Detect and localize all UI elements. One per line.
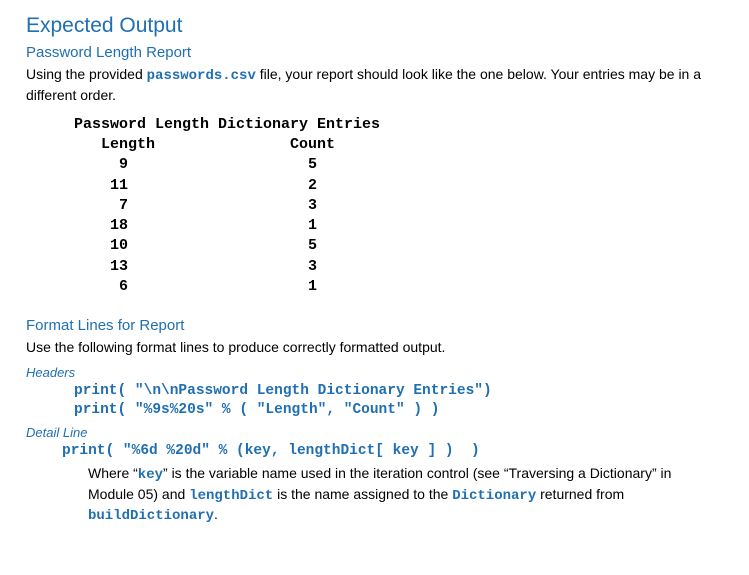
passwords-csv-code: passwords.csv (147, 68, 256, 84)
key-term-lengthdict: lengthDict (189, 488, 273, 504)
intro-text-pre: Using the provided (26, 66, 147, 82)
explain-mid2: is the name assigned to the (273, 486, 452, 502)
expected-output-heading: Expected Output (26, 14, 723, 38)
password-length-report-heading: Password Length Report (26, 44, 723, 61)
explain-mid3: returned from (536, 486, 624, 502)
explain-pre: Where “ (88, 465, 138, 481)
format-lines-intro: Use the following format lines to produc… (26, 338, 723, 357)
key-term-builddictionary: buildDictionary (88, 508, 214, 524)
format-lines-heading: Format Lines for Report (26, 317, 723, 334)
detail-line-label: Detail Line (26, 425, 723, 440)
detail-print-line: print( "%6d %20d" % (key, lengthDict[ ke… (62, 442, 723, 462)
explain-end: . (214, 506, 218, 522)
report-output-block: Password Length Dictionary Entries Lengt… (74, 115, 723, 297)
headers-label: Headers (26, 365, 723, 380)
header-print-line-2: print( "%9s%20s" % ( "Length", "Count" )… (74, 401, 723, 421)
key-term-dictionary: Dictionary (452, 488, 536, 504)
header-print-line-1: print( "\n\nPassword Length Dictionary E… (74, 382, 723, 402)
detail-explanation: Where “key” is the variable name used in… (88, 464, 693, 527)
key-term-key: key (138, 467, 163, 483)
intro-paragraph: Using the provided passwords.csv file, y… (26, 65, 723, 105)
